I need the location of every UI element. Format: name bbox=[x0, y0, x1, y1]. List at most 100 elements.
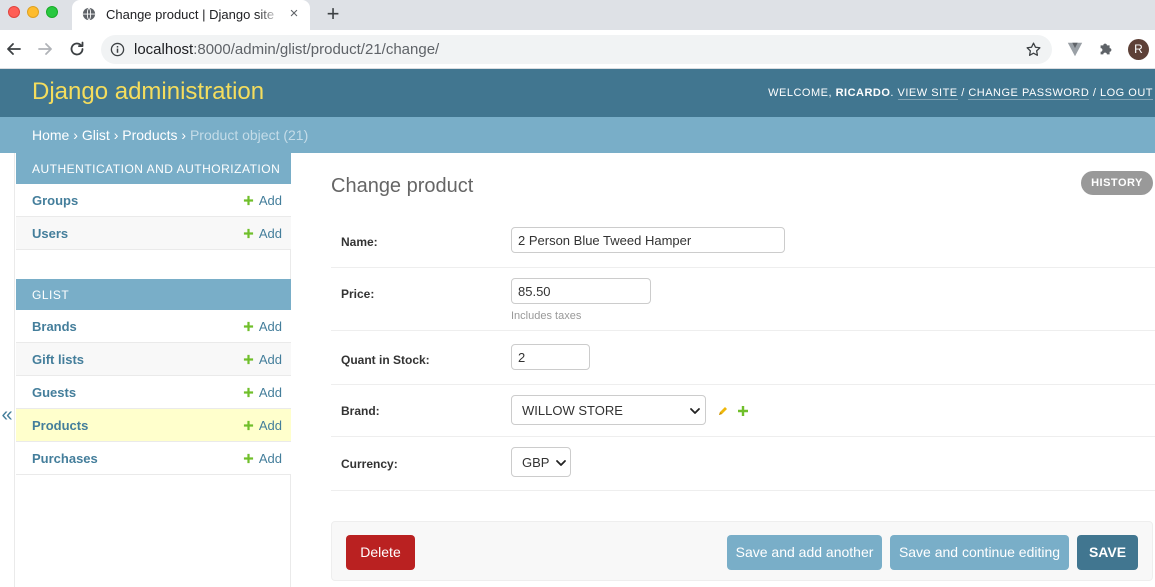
breadcrumb-separator: › bbox=[177, 127, 190, 143]
sidebar-collapse-toggle[interactable]: « bbox=[0, 405, 14, 425]
currency-select[interactable]: GBP bbox=[511, 447, 571, 477]
pencil-icon[interactable] bbox=[717, 405, 729, 417]
model-link-groups[interactable]: Groups bbox=[32, 193, 78, 208]
quant-in-stock-label: Quant in Stock: bbox=[341, 353, 430, 367]
sidebar-item-products[interactable]: Products Add bbox=[16, 409, 291, 442]
maximize-window-button[interactable] bbox=[46, 6, 58, 18]
address-toolbar: localhost:8000/admin/glist/product/21/ch… bbox=[0, 30, 1155, 69]
add-users-link[interactable]: Add bbox=[243, 226, 282, 241]
sidebar-item-gift-lists[interactable]: Gift lists Add bbox=[16, 343, 291, 376]
close-tab-icon[interactable]: × bbox=[286, 6, 302, 22]
form-row-price: Price: Includes taxes bbox=[331, 268, 1155, 331]
add-groups-link[interactable]: Add bbox=[243, 193, 282, 208]
price-field[interactable] bbox=[511, 278, 651, 304]
breadcrumb-current: Product object (21) bbox=[189, 127, 309, 143]
brand-selected-value: WILLOW STORE bbox=[522, 403, 623, 418]
tab-title: Change product | Django site admin bbox=[106, 7, 278, 22]
sidebar-toggle-strip: « bbox=[0, 153, 15, 587]
new-tab-button[interactable]: + bbox=[322, 3, 344, 25]
form-row-name: Name: bbox=[331, 216, 1155, 268]
add-label: Add bbox=[258, 451, 282, 466]
name-label: Name: bbox=[341, 235, 378, 249]
user-tools-sep: / bbox=[957, 87, 969, 99]
log-out-link[interactable]: Log out bbox=[1099, 87, 1153, 100]
breadcrumb-glist[interactable]: Glist bbox=[82, 127, 110, 143]
add-label: Add bbox=[258, 226, 282, 241]
close-window-button[interactable] bbox=[8, 6, 20, 18]
price-label: Price: bbox=[341, 287, 375, 301]
breadcrumb-home[interactable]: Home bbox=[32, 127, 69, 143]
sidebar-item-guests[interactable]: Guests Add bbox=[16, 376, 291, 409]
add-products-link[interactable]: Add bbox=[243, 418, 282, 433]
model-link-products[interactable]: Products bbox=[32, 418, 88, 433]
info-icon[interactable] bbox=[110, 42, 125, 57]
plus-icon bbox=[243, 387, 253, 398]
delete-button[interactable]: Delete bbox=[346, 535, 415, 570]
extension-icon[interactable] bbox=[1066, 40, 1084, 58]
change-password-link[interactable]: Change password bbox=[968, 87, 1090, 100]
add-purchases-link[interactable]: Add bbox=[243, 451, 282, 466]
add-label: Add bbox=[258, 319, 282, 334]
breadcrumb-separator: › bbox=[109, 127, 123, 143]
site-branding[interactable]: Django administration bbox=[32, 78, 264, 106]
url-path: :8000/admin/glist/product/21/change/ bbox=[193, 41, 440, 58]
plus-icon bbox=[243, 420, 253, 431]
puzzle-icon[interactable] bbox=[1097, 40, 1115, 58]
sidebar-item-brands[interactable]: Brands Add bbox=[16, 310, 291, 343]
form-row-quant-in-stock: Quant in Stock: bbox=[331, 331, 1155, 385]
add-guests-link[interactable]: Add bbox=[243, 385, 282, 400]
price-help-text: Includes taxes bbox=[511, 310, 582, 322]
minimize-window-button[interactable] bbox=[27, 6, 39, 18]
page-title: Change product bbox=[331, 175, 474, 197]
history-button[interactable]: HISTORY bbox=[1081, 171, 1153, 195]
star-icon[interactable] bbox=[1025, 41, 1042, 58]
currency-label: Currency: bbox=[341, 457, 398, 471]
module-caption-glist[interactable]: GLIST bbox=[16, 279, 291, 310]
name-field[interactable] bbox=[511, 227, 785, 253]
save-and-add-another-button[interactable]: Save and add another bbox=[727, 535, 882, 570]
add-gift-lists-link[interactable]: Add bbox=[243, 352, 282, 367]
add-brands-link[interactable]: Add bbox=[243, 319, 282, 334]
browser-tab[interactable]: Change product | Django site admin × bbox=[72, 0, 310, 30]
save-button[interactable]: SAVE bbox=[1077, 535, 1138, 570]
sidebar-item-groups[interactable]: Groups Add bbox=[16, 184, 291, 217]
sidebar-item-purchases[interactable]: Purchases Add bbox=[16, 442, 291, 475]
add-label: Add bbox=[258, 193, 282, 208]
plus-icon bbox=[243, 228, 253, 239]
profile-avatar[interactable]: R bbox=[1128, 39, 1149, 60]
quant-in-stock-field[interactable] bbox=[511, 344, 590, 370]
model-link-guests[interactable]: Guests bbox=[32, 385, 76, 400]
view-site-link[interactable]: View site bbox=[897, 87, 958, 100]
url-host: localhost bbox=[134, 41, 194, 58]
welcome-period: . bbox=[890, 87, 894, 99]
back-arrow-icon[interactable] bbox=[4, 39, 24, 59]
address-bar[interactable]: localhost:8000/admin/glist/product/21/ch… bbox=[101, 35, 1052, 64]
breadcrumb: Home › Glist › Products › Product object… bbox=[0, 117, 1155, 153]
plus-icon bbox=[243, 321, 253, 332]
brand-select[interactable]: WILLOW STORE bbox=[511, 395, 706, 425]
browser-tab-strip: Change product | Django site admin × + bbox=[0, 0, 1155, 30]
add-label: Add bbox=[258, 418, 282, 433]
site-header: Django administration Welcome, Ricardo. … bbox=[0, 69, 1155, 117]
plus-icon bbox=[243, 354, 253, 365]
user-tools: Welcome, Ricardo. View site / Change pas… bbox=[768, 87, 1153, 100]
model-link-brands[interactable]: Brands bbox=[32, 319, 77, 334]
reload-icon[interactable] bbox=[67, 39, 87, 59]
submit-row: Delete Save and add another Save and con… bbox=[331, 521, 1153, 581]
model-link-gift-lists[interactable]: Gift lists bbox=[32, 352, 84, 367]
nav-sidebar: AUTHENTICATION AND AUTHORIZATION Groups … bbox=[15, 153, 291, 587]
form-row-brand: Brand: WILLOW STORE bbox=[331, 385, 1155, 437]
plus-icon[interactable] bbox=[737, 405, 749, 417]
breadcrumb-products[interactable]: Products bbox=[122, 127, 177, 143]
brand-label: Brand: bbox=[341, 404, 380, 418]
model-link-purchases[interactable]: Purchases bbox=[32, 451, 98, 466]
module-caption-auth[interactable]: AUTHENTICATION AND AUTHORIZATION bbox=[16, 153, 291, 184]
forward-arrow-icon[interactable] bbox=[35, 39, 55, 59]
tab-title-fade bbox=[258, 4, 280, 24]
username: Ricardo bbox=[835, 87, 891, 99]
add-label: Add bbox=[258, 352, 282, 367]
save-and-continue-button[interactable]: Save and continue editing bbox=[890, 535, 1069, 570]
model-link-users[interactable]: Users bbox=[32, 226, 68, 241]
form-row-currency: Currency: GBP bbox=[331, 437, 1155, 491]
sidebar-item-users[interactable]: Users Add bbox=[16, 217, 291, 250]
